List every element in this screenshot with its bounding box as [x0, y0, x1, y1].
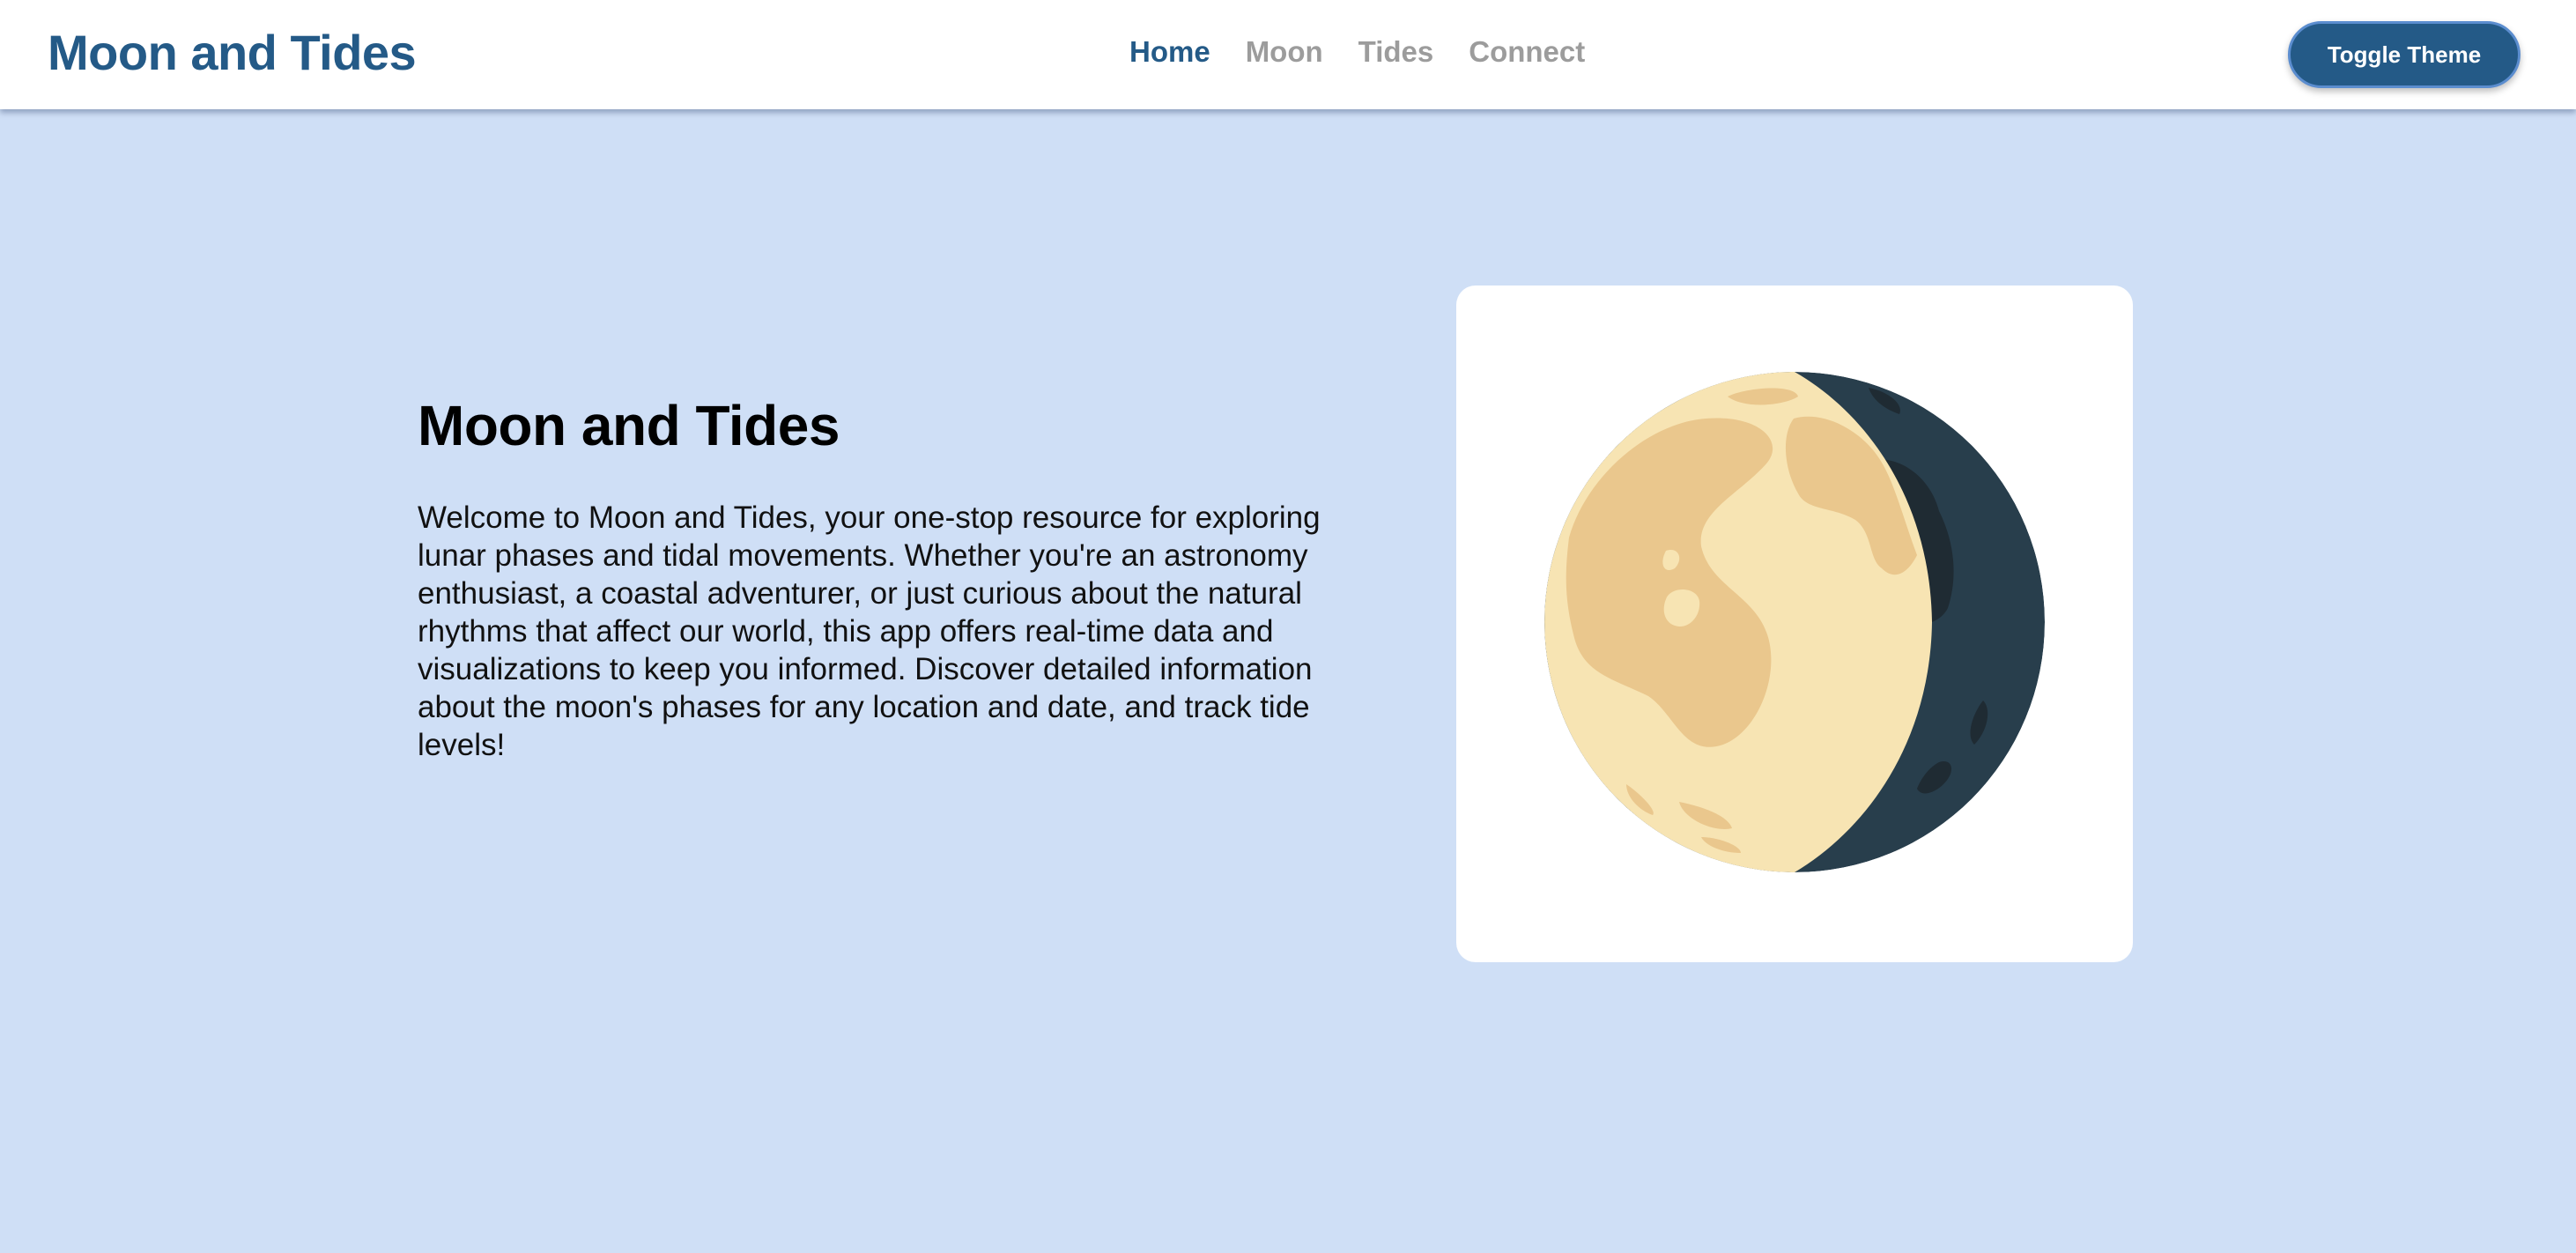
hero-title: Moon and Tides	[418, 394, 840, 457]
toggle-theme-button[interactable]: Toggle Theme	[2288, 21, 2520, 88]
main-nav: Home Moon Tides Connect	[1129, 35, 1585, 69]
nav-moon-link[interactable]: Moon	[1246, 35, 1323, 69]
nav-home-link[interactable]: Home	[1129, 35, 1210, 69]
waxing-gibbous-moon-icon	[1544, 372, 2045, 872]
nav-connect-link[interactable]: Connect	[1469, 35, 1585, 69]
nav-tides-link[interactable]: Tides	[1358, 35, 1434, 69]
site-header: Moon and Tides Home Moon Tides Connect T…	[0, 0, 2576, 109]
hero-description: Welcome to Moon and Tides, your one-stop…	[418, 500, 1321, 762]
site-brand[interactable]: Moon and Tides	[48, 24, 417, 81]
moon-image-card	[1456, 285, 2133, 962]
